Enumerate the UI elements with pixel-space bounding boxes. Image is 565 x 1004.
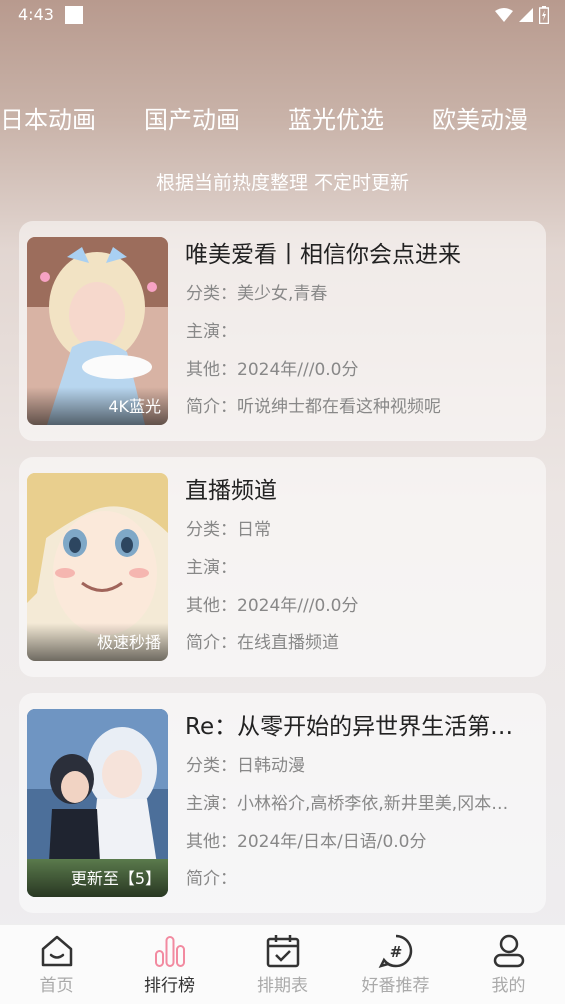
tab-domestic-anime[interactable]: 国产动画 [144, 100, 240, 140]
video-cast: 主演： [186, 322, 237, 342]
video-thumbnail: 4K蓝光 [27, 237, 168, 425]
video-category: 分类：美少女,青春 [186, 284, 328, 304]
video-other: 其他：2024年///0.0分 [186, 360, 359, 380]
video-card[interactable]: 极速秒播 直播频道 分类：日常 主演： 其他：2024年///0.0分 简介：在… [19, 457, 546, 677]
video-thumbnail: 更新至【5】 [27, 709, 168, 897]
video-other: 其他：2024年/日本/日语/0.0分 [186, 832, 427, 852]
hashtag-icon: # [378, 934, 413, 968]
user-icon [493, 934, 525, 968]
video-card[interactable]: 更新至【5】 Re：从零开始的异世界生活第… 分类：日韩动漫 主演：小林裕介,高… [19, 693, 546, 913]
status-icons [495, 6, 549, 24]
list-subtitle: 根据当前热度整理 不定时更新 [155, 172, 410, 194]
home-icon [41, 935, 73, 967]
nav-label: 好番推荐 [361, 976, 430, 996]
video-category: 分类：日常 [186, 520, 271, 540]
tab-japanese-anime[interactable]: 日本动画 [0, 100, 96, 140]
nav-label: 我的 [491, 976, 526, 996]
video-category: 分类：日韩动漫 [186, 756, 305, 776]
nav-label: 首页 [39, 976, 74, 996]
status-time: 4:43 [18, 5, 54, 24]
status-bar: 4:43 [0, 0, 565, 32]
tab-bluray-picks[interactable]: 蓝光优选 [288, 100, 384, 140]
notification-icon [65, 6, 83, 24]
video-intro: 简介：在线直播频道 [186, 633, 339, 653]
svg-text:#: # [390, 943, 403, 961]
nav-home[interactable]: 首页 [0, 925, 113, 1004]
tab-western-anime[interactable]: 欧美动漫 [432, 100, 528, 140]
nav-recommend[interactable]: # 好番推荐 [339, 925, 452, 1004]
video-badge: 更新至【5】 [27, 859, 168, 897]
signal-icon [519, 8, 533, 22]
schedule-icon [266, 935, 300, 968]
battery-icon [539, 6, 549, 24]
wifi-icon [495, 8, 513, 22]
video-title: Re：从零开始的异世界生活第… [185, 714, 514, 740]
video-cast: 主演：小林裕介,高桥李依,新井里美,冈本… [186, 794, 509, 814]
video-cast: 主演： [186, 558, 237, 578]
video-badge: 4K蓝光 [27, 387, 168, 425]
nav-ranking[interactable]: 排行榜 [113, 925, 226, 1004]
category-tabs: 日本动画 国产动画 蓝光优选 欧美动漫 [0, 100, 565, 140]
video-title: 唯美爱看丨相信你会点进来 [185, 242, 461, 268]
nav-profile[interactable]: 我的 [452, 925, 565, 1004]
video-intro: 简介：听说绅士都在看这种视频呢 [186, 397, 441, 417]
nav-label: 排期表 [257, 976, 308, 996]
nav-schedule[interactable]: 排期表 [226, 925, 339, 1004]
video-other: 其他：2024年///0.0分 [186, 596, 359, 616]
ranking-icon [155, 936, 185, 967]
video-intro: 简介： [186, 869, 237, 889]
video-thumbnail: 极速秒播 [27, 473, 168, 661]
video-title: 直播频道 [185, 478, 277, 504]
nav-label: 排行榜 [144, 976, 195, 996]
bottom-nav: 首页 排行榜 排期表 # 好番推荐 我的 [0, 924, 565, 1004]
video-badge: 极速秒播 [27, 623, 168, 661]
video-card[interactable]: 4K蓝光 唯美爱看丨相信你会点进来 分类：美少女,青春 主演： 其他：2024年… [19, 221, 546, 441]
